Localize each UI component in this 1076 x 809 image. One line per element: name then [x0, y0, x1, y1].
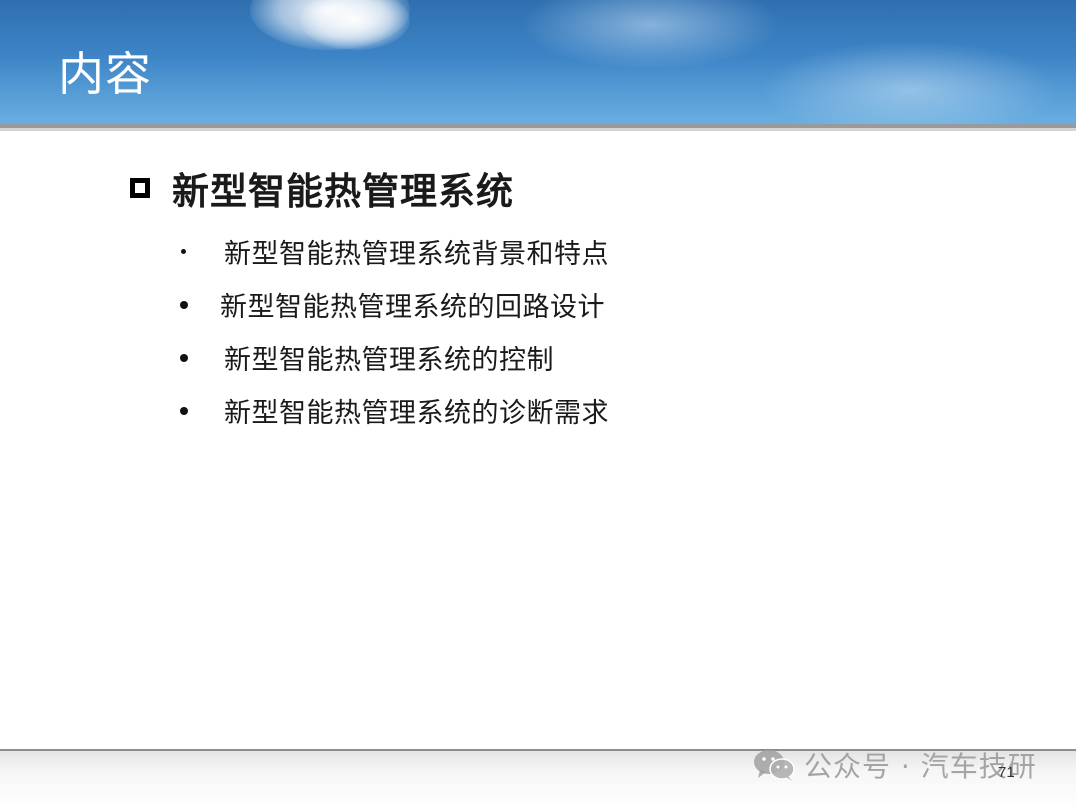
section-heading: 新型智能热管理系统: [130, 160, 514, 216]
bullet-dot-icon: [180, 300, 188, 309]
section-title: 新型智能热管理系统: [172, 170, 514, 213]
list-item: 新型智能热管理系统背景和特点: [178, 225, 609, 278]
header-banner: 内容: [0, 0, 1076, 124]
list-item: 新型智能热管理系统的诊断需求: [178, 384, 609, 437]
list-item-text: 新型智能热管理系统的控制: [224, 345, 554, 376]
cloud-decoration: [760, 40, 1060, 124]
watermark: 公众号 · 汽车技研: [752, 745, 1037, 785]
page-number: 71: [998, 764, 1015, 781]
cloud-decoration: [520, 0, 780, 70]
header-divider: [0, 128, 1076, 131]
bullet-dot-icon: [180, 353, 188, 362]
list-item: 新型智能热管理系统的控制: [178, 331, 609, 384]
bullet-dot-icon: [180, 406, 188, 415]
hollow-square-bullet-icon: [130, 178, 150, 198]
list-item-text: 新型智能热管理系统的诊断需求: [224, 398, 609, 429]
list-item: 新型智能热管理系统的回路设计: [178, 278, 609, 331]
bullet-list: 新型智能热管理系统背景和特点 新型智能热管理系统的回路设计 新型智能热管理系统的…: [178, 225, 609, 437]
list-item-text: 新型智能热管理系统的回路设计: [220, 292, 605, 323]
page-title: 内容: [58, 47, 152, 101]
list-item-text: 新型智能热管理系统背景和特点: [224, 239, 609, 270]
bullet-dot-icon: [181, 249, 186, 254]
wechat-icon: [754, 750, 795, 781]
